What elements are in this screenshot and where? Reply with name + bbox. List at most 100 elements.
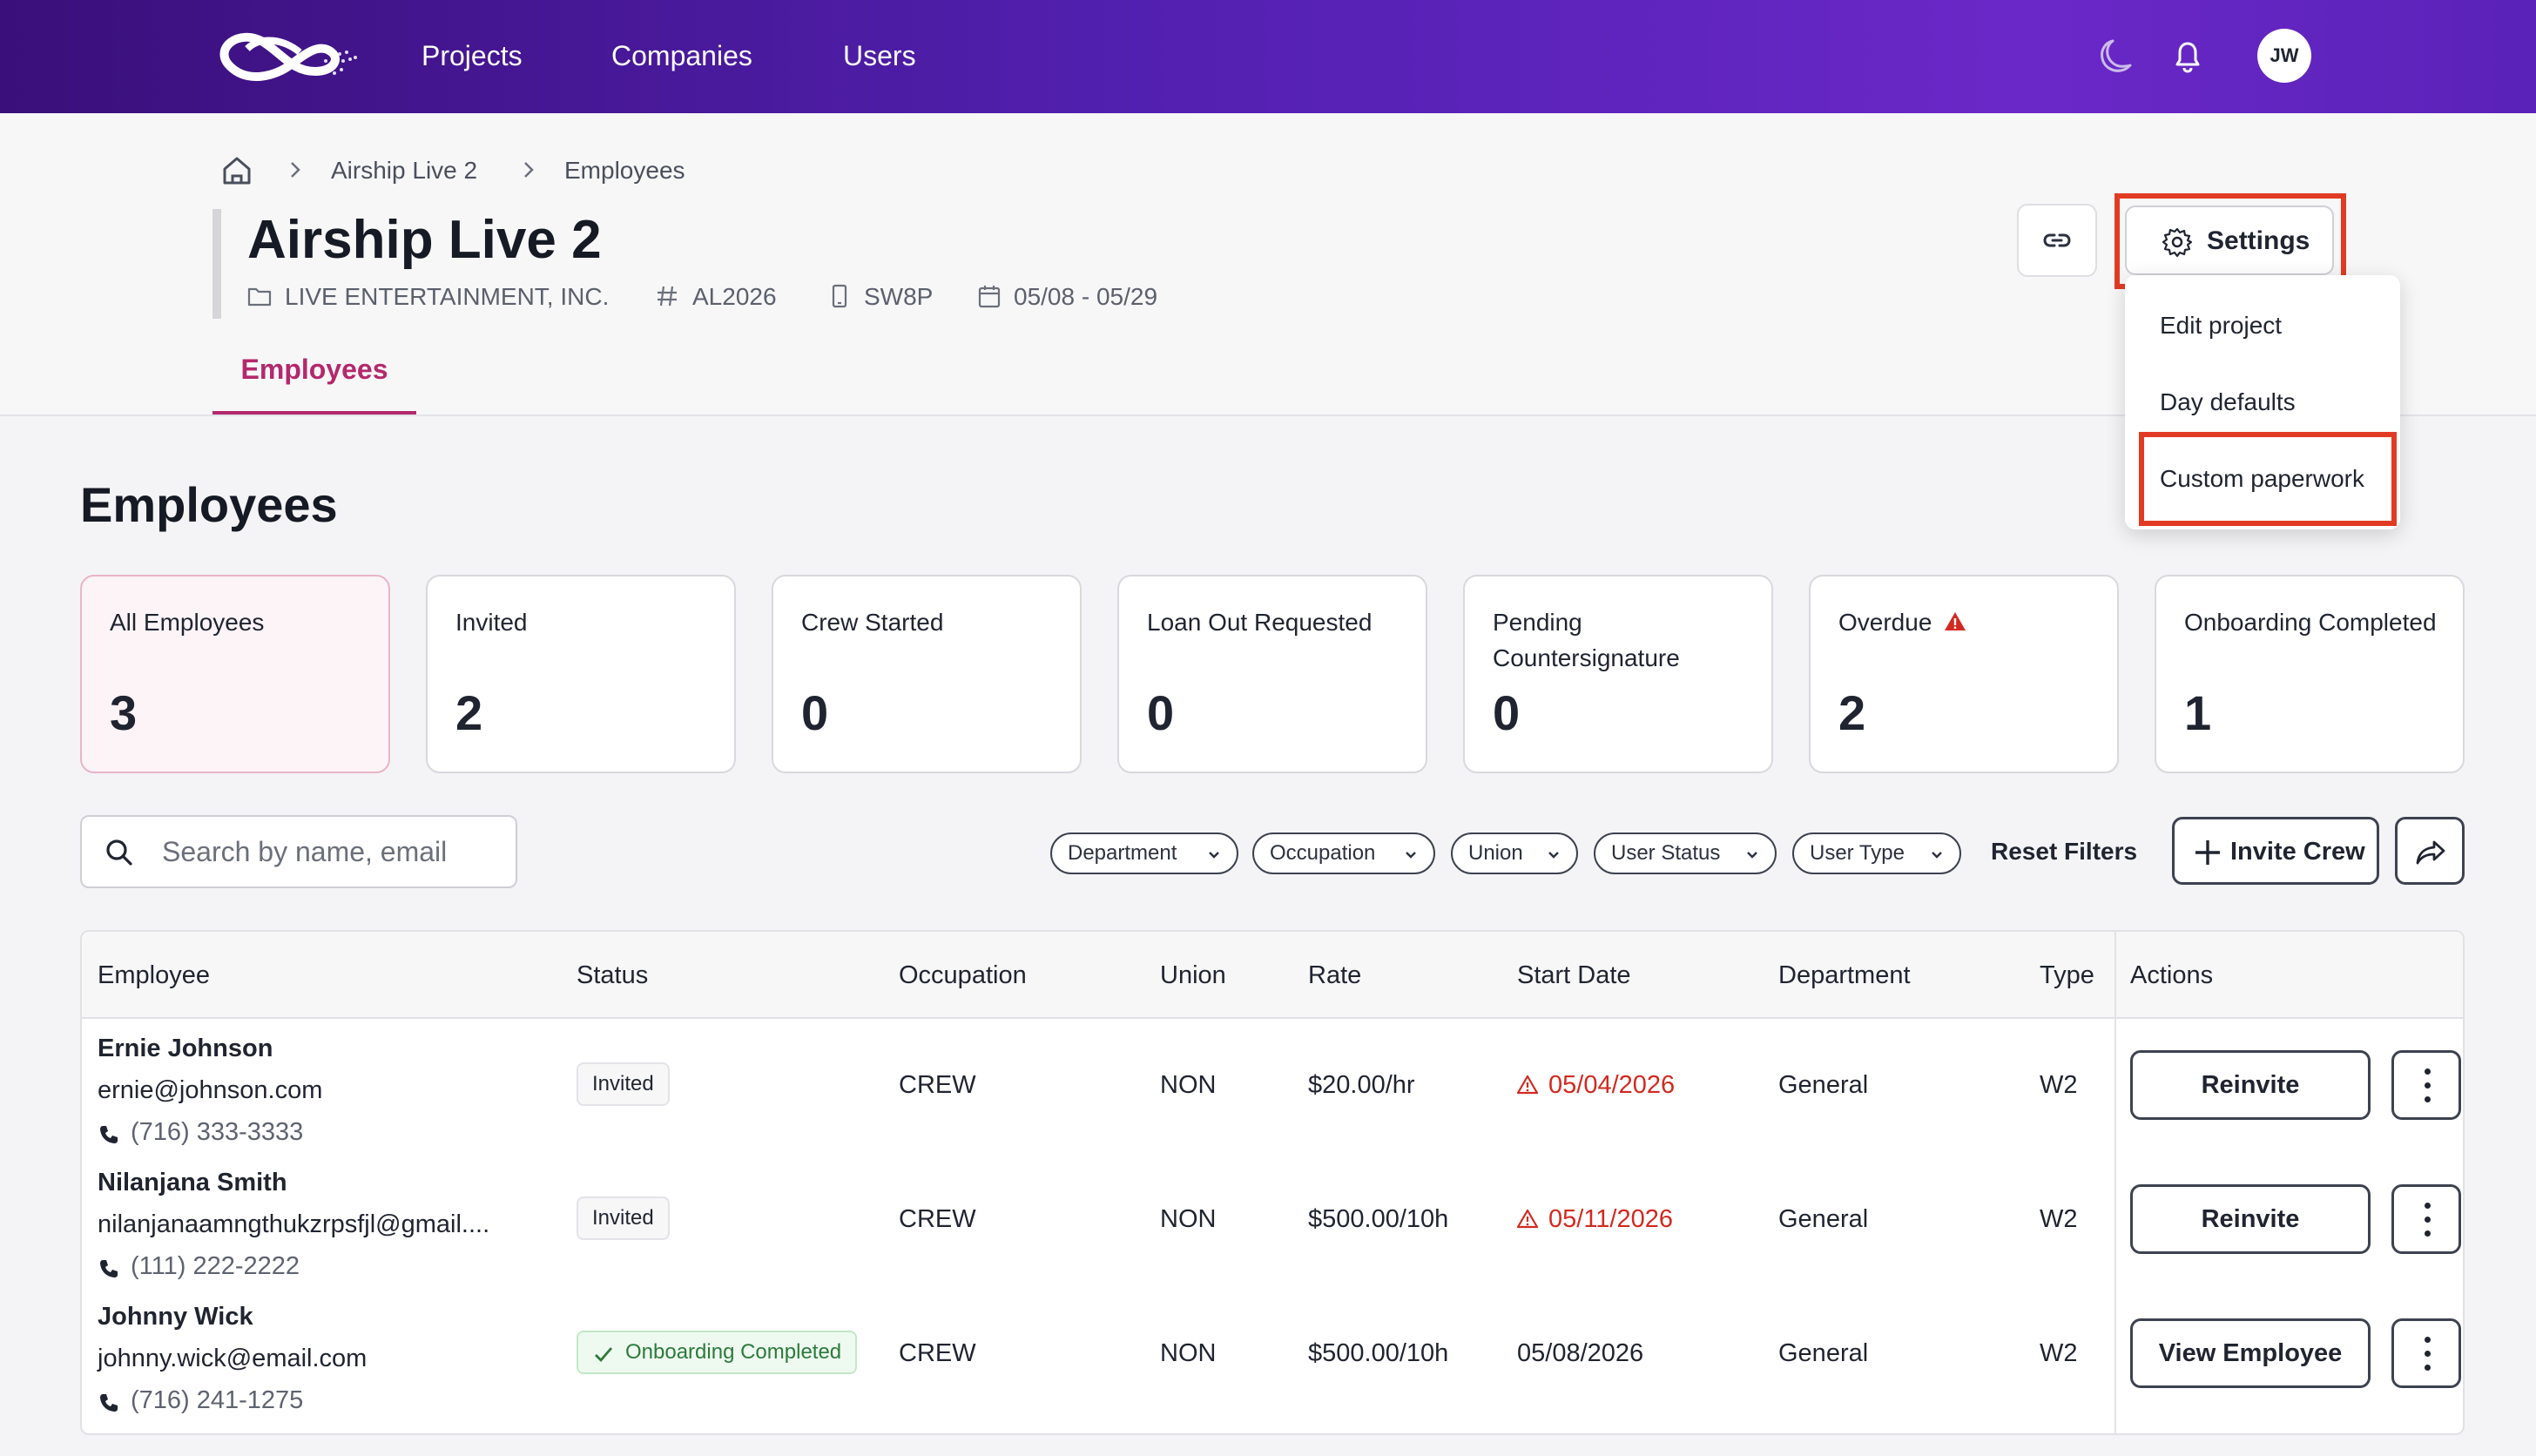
stat-card-count: 1 [2184,685,2212,740]
user-avatar[interactable]: JW [2257,29,2311,83]
column-header[interactable]: Employee [98,958,210,993]
stat-card-count: 0 [1147,685,1175,740]
stat-card-onboarding-completed[interactable]: Onboarding Completed 1 [2155,575,2465,773]
stat-card-count: 3 [110,685,138,740]
stat-card-crew-started[interactable]: Crew Started 0 [772,575,1082,773]
reinvite-button[interactable]: Reinvite [2130,1050,2371,1120]
stat-card-label: Pending Countersignature [1493,609,1680,671]
stat-card-label: Onboarding Completed [2184,609,2437,636]
filter-user-type[interactable]: User Type [1792,832,1961,874]
hash-icon [658,286,677,307]
calendar-icon [978,286,1001,308]
rate-cell: $20.00/hr [1308,1071,1415,1099]
phone-icon [100,1394,118,1412]
project-company: LIVE ENTERTAINMENT, INC. [285,283,610,310]
column-header[interactable]: Rate [1308,958,1361,993]
filter-label: Union [1468,841,1523,865]
project-code: AL2026 [692,283,777,310]
status-badge-label: Onboarding Completed [625,1340,842,1364]
column-header[interactable]: Status [577,958,648,993]
stat-card-all-employees[interactable]: All Employees 3 [80,575,390,773]
row-more-menu-icon[interactable] [2391,1050,2461,1120]
employee-email: ernie@johnson.com [98,1076,323,1104]
column-header[interactable]: Occupation [899,958,1027,993]
filter-occupation[interactable]: Occupation [1252,832,1435,874]
stat-card-label: Crew Started [801,609,944,636]
stat-card-label: All Employees [110,609,265,636]
check-icon [595,1347,613,1363]
bell-icon[interactable] [2165,33,2210,78]
stat-card-loan-out-requested[interactable]: Loan Out Requested 0 [1117,575,1427,773]
plus-icon [2195,840,2220,865]
moon-icon[interactable] [2095,33,2141,78]
annotation-highlight-custom-paperwork [2139,432,2397,526]
chevron-down-icon [1548,852,1559,859]
warning-icon [1945,612,1966,630]
employee-phone: (111) 222-2222 [131,1252,300,1280]
view-employee-button[interactable]: View Employee [2130,1318,2371,1388]
employee-name[interactable]: Ernie Johnson [98,1031,273,1066]
tab-employees[interactable]: Employees [212,347,416,415]
menu-item-day-defaults[interactable]: Day defaults [2160,385,2296,420]
union-cell: NON [1160,1205,1217,1233]
row-more-menu-icon[interactable] [2391,1318,2461,1388]
phone-icon [100,1126,118,1143]
breadcrumb-current: Employees [564,157,685,184]
row-more-menu-icon[interactable] [2391,1184,2461,1254]
department-cell: General [1778,1205,1869,1233]
section-title: Employees [80,477,338,532]
reset-filters-button[interactable]: Reset Filters [1991,834,2137,869]
folder-icon [247,287,272,307]
column-header[interactable]: Type [2040,958,2094,993]
search-input[interactable] [162,832,502,871]
nav-companies[interactable]: Companies [611,37,752,75]
nav-users[interactable]: Users [843,37,916,75]
stat-card-label: Invited [455,609,528,636]
type-cell: W2 [2040,1071,2078,1099]
union-cell: NON [1160,1071,1217,1099]
table-header: Employee Status Occupation Union Rate St… [82,932,2463,1019]
employee-name[interactable]: Nilanjana Smith [98,1165,287,1200]
chevron-down-icon [1406,852,1416,859]
project-device-code: SW8P [864,283,934,310]
union-cell: NON [1160,1339,1217,1367]
invite-crew-label: Invite Crew [2230,838,2365,866]
occupation-cell: CREW [899,1071,976,1099]
nav-projects[interactable]: Projects [422,37,523,75]
chevron-right-icon [524,162,534,178]
phone-icon [100,1260,118,1277]
invite-crew-button[interactable]: Invite Crew [2172,817,2379,885]
employee-name[interactable]: Johnny Wick [98,1299,253,1334]
chevron-down-icon [1209,852,1219,859]
employee-phone: (716) 241-1275 [131,1386,304,1414]
stat-card-count: 0 [1493,685,1521,740]
rate-cell: $500.00/10h [1308,1205,1449,1233]
type-cell: W2 [2040,1339,2078,1367]
filter-label: Occupation [1270,841,1376,865]
breadcrumb-project[interactable]: Airship Live 2 [331,153,477,188]
reinvite-button[interactable]: Reinvite [2130,1184,2371,1254]
warning-icon [1516,1075,1539,1095]
share-button[interactable] [2395,817,2465,885]
column-header[interactable]: Start Date [1517,958,1631,993]
actions-column-divider [2114,932,2116,1433]
copy-link-button[interactable] [2017,204,2097,277]
filter-user-status[interactable]: User Status [1594,832,1777,874]
start-date-cell: 05/11/2026 [1548,1205,1673,1233]
start-date-cell: 05/08/2026 [1517,1339,1644,1367]
filter-label: Department [1068,841,1177,865]
menu-item-edit-project[interactable]: Edit project [2160,308,2282,343]
filter-union[interactable]: Union [1451,832,1578,874]
stat-card-invited[interactable]: Invited 2 [426,575,736,773]
stat-card-overdue[interactable]: Overdue 2 [1809,575,2119,773]
app-logo[interactable] [212,23,362,89]
stat-card-label: Overdue [1838,609,1932,636]
home-icon[interactable] [219,153,254,188]
column-header[interactable]: Union [1160,958,1226,993]
filter-department[interactable]: Department [1050,832,1238,874]
status-badge: Invited [577,1062,670,1106]
stat-card-pending-countersignature[interactable]: Pending Countersignature 0 [1463,575,1773,773]
page-title: Airship Live 2 [247,210,602,270]
status-badge: Invited [577,1196,670,1240]
column-header[interactable]: Department [1778,958,1911,993]
